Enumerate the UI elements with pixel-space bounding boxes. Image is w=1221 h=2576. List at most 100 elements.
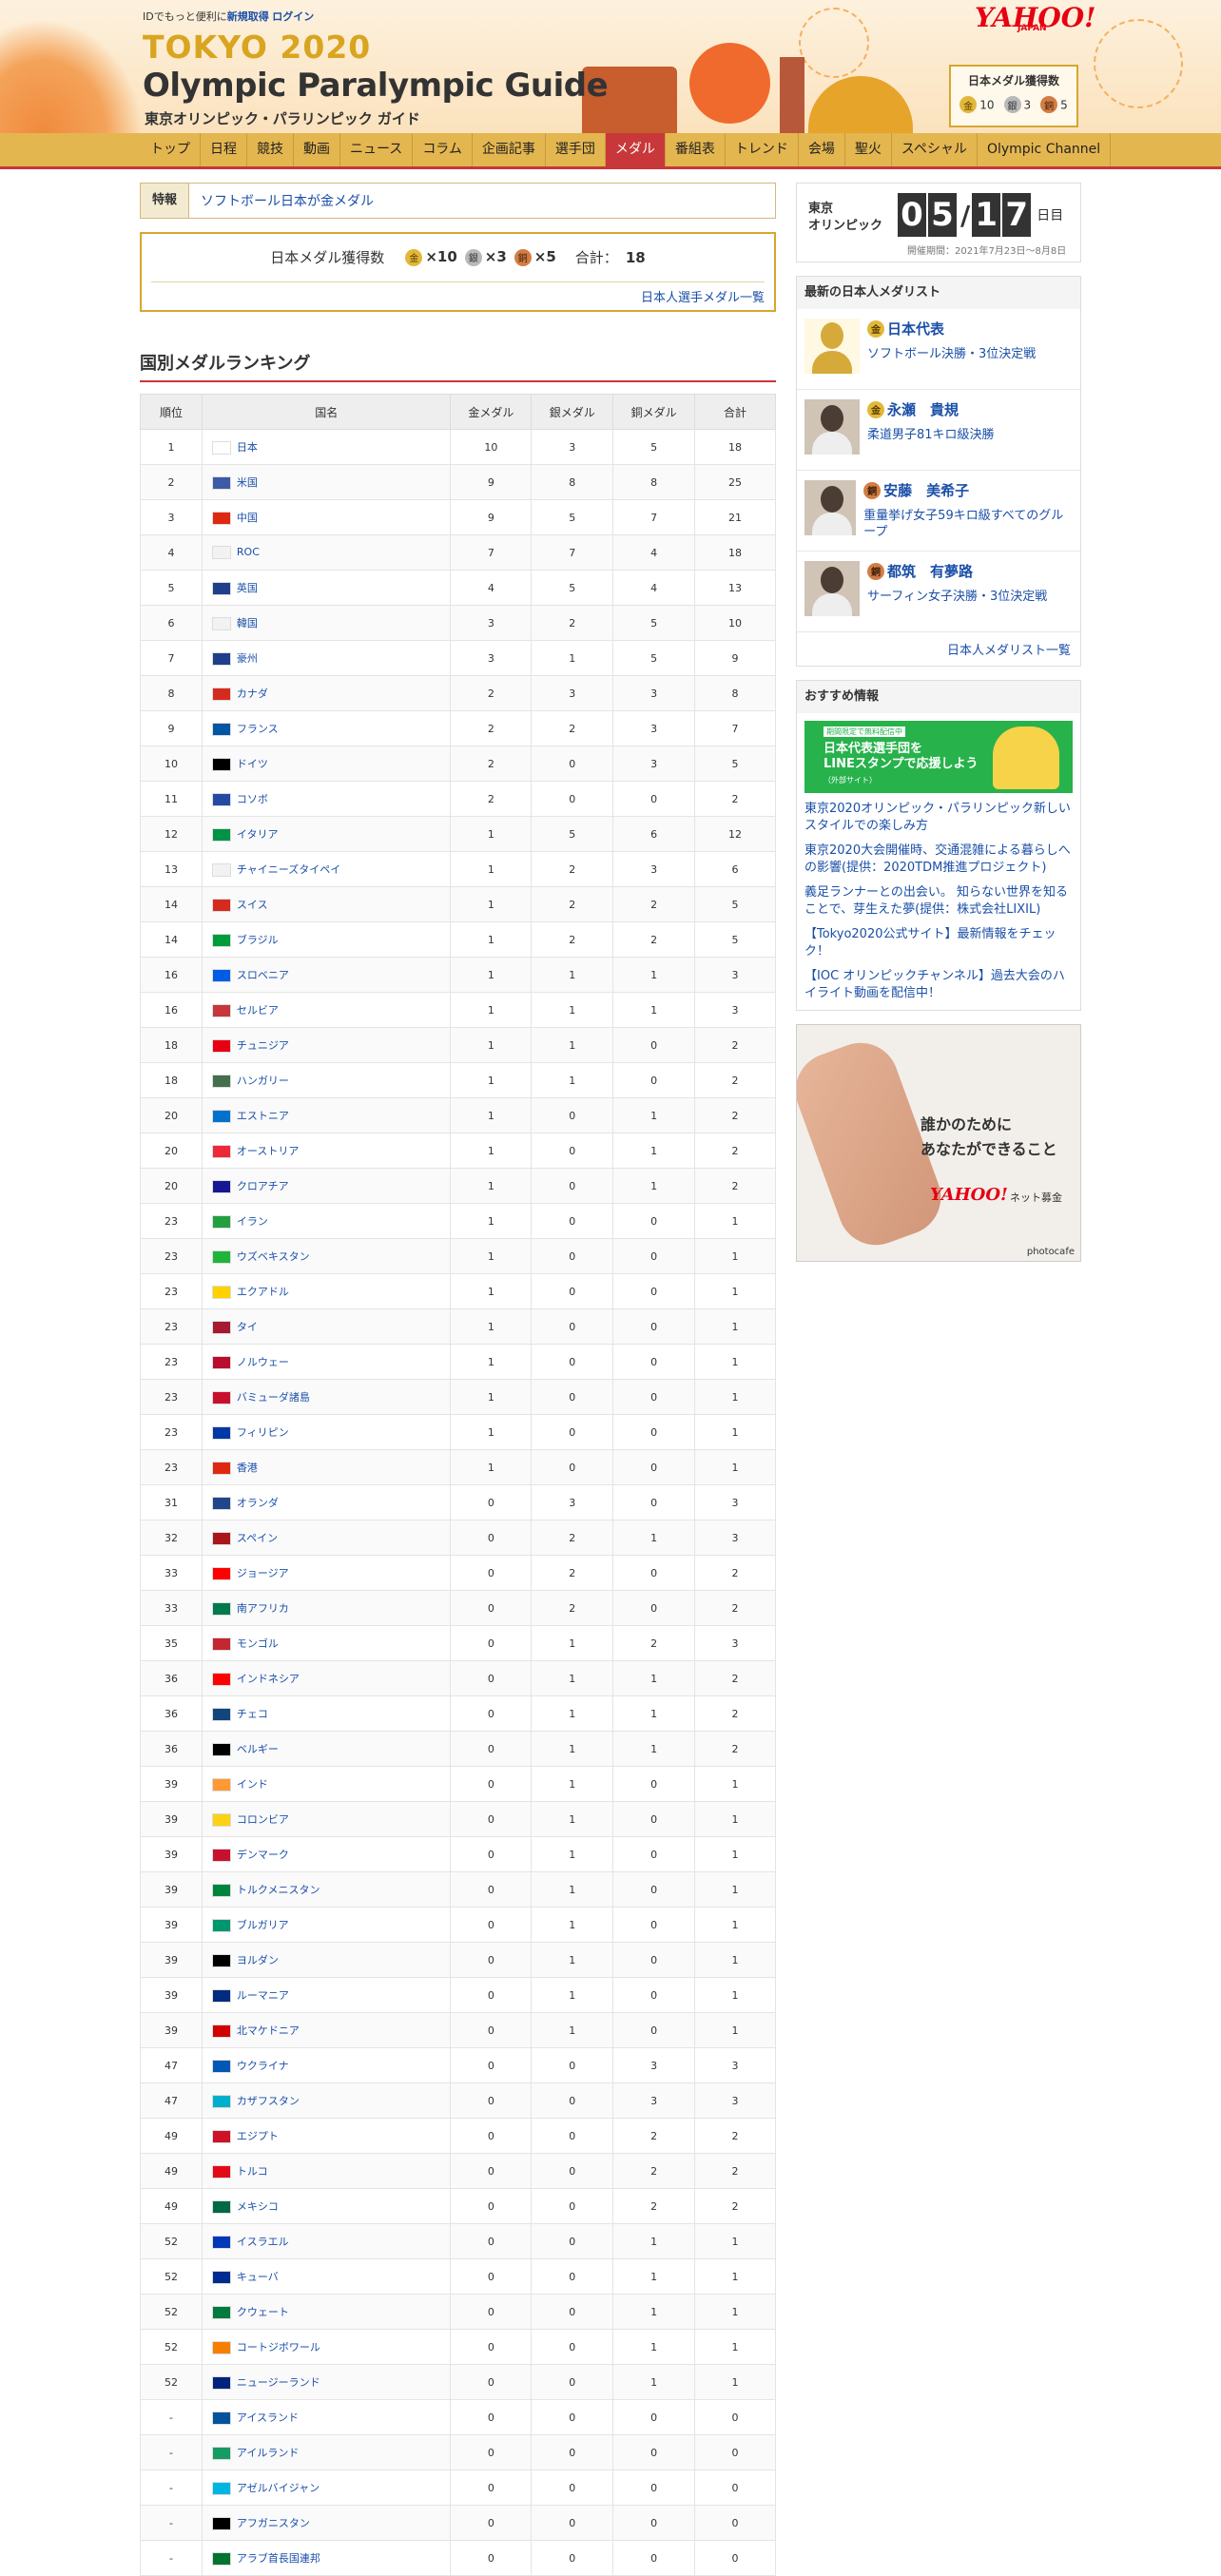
country-link[interactable]: フランス xyxy=(237,723,279,735)
medalist-name[interactable]: 都筑 有夢路 xyxy=(887,561,973,581)
nav-item[interactable]: スペシャル xyxy=(892,133,978,166)
country-link[interactable]: オランダ xyxy=(237,1497,279,1509)
country-link[interactable]: 米国 xyxy=(237,476,258,489)
medalist-item[interactable]: 金日本代表 ソフトボール決勝・3位決定戦 xyxy=(797,309,1080,390)
country-link[interactable]: ブラジル xyxy=(237,934,279,946)
medalist-item[interactable]: 金永瀬 貴規 柔道男子81キロ級決勝 xyxy=(797,390,1080,471)
country-link[interactable]: コソボ xyxy=(237,793,268,805)
country-link[interactable]: ブルガリア xyxy=(237,1919,289,1931)
japan-medalist-list-link[interactable]: 日本人選手メダル一覧 xyxy=(641,287,765,305)
nav-item[interactable]: 選手団 xyxy=(546,133,606,166)
nav-item[interactable]: 企画記事 xyxy=(473,133,546,166)
country-link[interactable]: チュニジア xyxy=(237,1039,289,1052)
nav-item[interactable]: Olympic Channel xyxy=(978,133,1112,166)
nav-item[interactable]: トップ xyxy=(141,133,201,166)
country-link[interactable]: エストニア xyxy=(237,1110,289,1122)
medalist-name[interactable]: 永瀬 貴規 xyxy=(887,399,959,419)
site-logo-subtitle[interactable]: Olympic Paralympic Guide xyxy=(143,67,609,105)
medalist-event[interactable]: 柔道男子81キロ級決勝 xyxy=(867,427,995,443)
medalist-event[interactable]: ソフトボール決勝・3位決定戦 xyxy=(867,346,1036,362)
nav-item[interactable]: 動画 xyxy=(294,133,340,166)
country-link[interactable]: インド xyxy=(237,1778,268,1791)
login-link[interactable]: ログイン xyxy=(272,10,314,23)
country-link[interactable]: スペイン xyxy=(237,1532,278,1544)
country-link[interactable]: ドイツ xyxy=(237,758,268,770)
country-link[interactable]: キューバ xyxy=(237,2271,279,2283)
nav-item[interactable]: 日程 xyxy=(201,133,247,166)
country-link[interactable]: ノルウェー xyxy=(237,1356,289,1368)
country-link[interactable]: ハンガリー xyxy=(237,1075,289,1087)
country-link[interactable]: エクアドル xyxy=(237,1286,289,1298)
medalist-name[interactable]: 安藤 美希子 xyxy=(883,480,969,500)
country-link[interactable]: アイルランド xyxy=(237,2447,299,2459)
country-link[interactable]: ルーマニア xyxy=(237,1989,289,2002)
country-link[interactable]: 中国 xyxy=(237,512,258,524)
country-link[interactable]: スロベニア xyxy=(237,969,289,981)
country-link[interactable]: ヨルダン xyxy=(237,1954,279,1966)
country-link[interactable]: ウクライナ xyxy=(237,2060,289,2072)
line-sticker-banner[interactable]: 期間限定で無料配信中 日本代表選手団を LINEスタンプで応援しよう （外部サイト） xyxy=(804,721,1073,793)
nav-item[interactable]: 会場 xyxy=(799,133,845,166)
country-link[interactable]: セルビア xyxy=(237,1004,279,1017)
donation-ad[interactable]: 誰かのために あなたができること YAHOO! ネット募金 photocafe xyxy=(796,1024,1081,1262)
country-link[interactable]: カザフスタン xyxy=(237,2095,300,2107)
recommend-link[interactable]: 義足ランナーとの出会い。 知らない世界を知ることで、芽生えた夢(提供：株式会社L… xyxy=(804,884,1073,919)
medalist-item[interactable]: 銅安藤 美希子 重量挙げ女子59キロ級すべてのグループ xyxy=(797,471,1080,552)
country-link[interactable]: チャイニーズタイペイ xyxy=(237,863,340,876)
country-link[interactable]: イラン xyxy=(237,1215,268,1228)
country-link[interactable]: 英国 xyxy=(237,582,258,594)
country-link[interactable]: タイ xyxy=(237,1321,258,1333)
site-logo-title[interactable]: TOKYO 2020 xyxy=(143,29,371,66)
recommend-link[interactable]: 東京2020オリンピック・パラリンピック新しいスタイルでの楽しみ方 xyxy=(804,801,1073,835)
country-link[interactable]: オーストリア xyxy=(237,1145,299,1157)
nav-item[interactable]: 番組表 xyxy=(666,133,726,166)
country-link[interactable]: 豪州 xyxy=(237,652,258,665)
country-link[interactable]: 香港 xyxy=(237,1462,258,1474)
country-link[interactable]: ROC xyxy=(237,546,260,558)
country-link[interactable]: 韓国 xyxy=(237,617,258,629)
country-link[interactable]: アゼルバイジャン xyxy=(237,2482,320,2494)
country-link[interactable]: トルクメニスタン xyxy=(237,1884,320,1896)
breaking-news-link[interactable]: ソフトボール日本が金メダル xyxy=(189,191,374,210)
country-link[interactable]: トルコ xyxy=(237,2165,268,2178)
nav-item[interactable]: 聖火 xyxy=(845,133,892,166)
country-link[interactable]: カナダ xyxy=(237,688,268,700)
nav-item[interactable]: コラム xyxy=(413,133,473,166)
nav-item[interactable]: メダル xyxy=(605,133,666,166)
country-link[interactable]: ニュージーランド xyxy=(237,2376,320,2389)
country-link[interactable]: エジプト xyxy=(237,2130,279,2142)
country-link[interactable]: 南アフリカ xyxy=(237,1602,289,1615)
recommend-link[interactable]: 【IOC オリンピックチャンネル】過去大会のハイライト動画を配信中！ xyxy=(804,968,1073,1002)
country-link[interactable]: コートジボワール xyxy=(237,2341,320,2353)
nav-item[interactable]: トレンド xyxy=(726,133,799,166)
medalist-event[interactable]: サーフィン女子決勝・3位決定戦 xyxy=(867,589,1047,605)
country-link[interactable]: クロアチア xyxy=(237,1180,289,1192)
header-medal-count[interactable]: 日本メダル獲得数 金 10 銀3 銅5 xyxy=(949,65,1078,127)
country-link[interactable]: クウェート xyxy=(237,2306,289,2318)
country-link[interactable]: コロンビア xyxy=(237,1813,289,1826)
medalist-name[interactable]: 日本代表 xyxy=(887,319,944,339)
nav-item[interactable]: ニュース xyxy=(340,133,414,166)
country-link[interactable]: インドネシア xyxy=(237,1673,300,1685)
recommend-link[interactable]: 【Tokyo2020公式サイト】最新情報をチェック！ xyxy=(804,926,1073,960)
country-link[interactable]: メキシコ xyxy=(237,2200,279,2213)
country-link[interactable]: イスラエル xyxy=(237,2236,289,2248)
country-link[interactable]: 北マケドニア xyxy=(237,2024,300,2037)
country-link[interactable]: ベルギー xyxy=(237,1743,279,1755)
nav-item[interactable]: 競技 xyxy=(247,133,294,166)
signup-link[interactable]: 新規取得 xyxy=(227,10,269,23)
country-link[interactable]: デンマーク xyxy=(237,1849,289,1861)
country-link[interactable]: 日本 xyxy=(237,441,258,454)
country-link[interactable]: アイスランド xyxy=(237,2411,299,2424)
country-link[interactable]: イタリア xyxy=(237,828,279,841)
medalist-list-link[interactable]: 日本人メダリスト一覧 xyxy=(797,632,1080,666)
country-link[interactable]: フィリピン xyxy=(237,1426,289,1439)
recommend-link[interactable]: 東京2020大会開催時、交通混雑による暮らしへの影響(提供：2020TDM推進プ… xyxy=(804,843,1073,877)
country-link[interactable]: バミューダ諸島 xyxy=(237,1391,310,1404)
country-link[interactable]: アフガニスタン xyxy=(237,2517,310,2529)
country-link[interactable]: チェコ xyxy=(237,1708,268,1720)
medalist-event[interactable]: 重量挙げ女子59キロ級すべてのグループ xyxy=(863,508,1073,540)
country-link[interactable]: ウズベキスタン xyxy=(237,1250,310,1263)
country-link[interactable]: スイス xyxy=(237,899,268,911)
medalist-item[interactable]: 銅都筑 有夢路 サーフィン女子決勝・3位決定戦 xyxy=(797,552,1080,632)
